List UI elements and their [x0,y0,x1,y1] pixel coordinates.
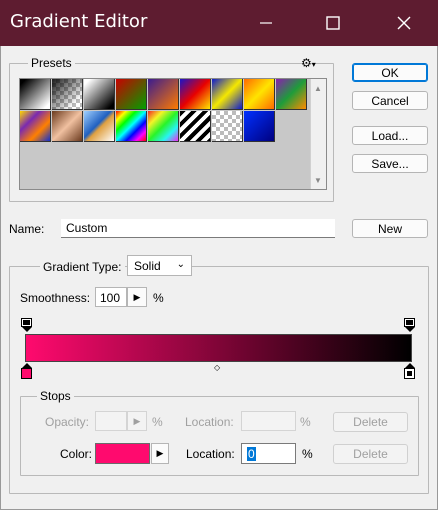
chevron-right-icon: ▶ [133,415,141,426]
smoothness-arrow-button[interactable]: ▶ [127,287,147,307]
preset-swatch-black-white[interactable] [20,79,51,110]
opacity-input[interactable] [95,411,127,431]
close-button[interactable] [389,8,419,38]
opacity-location-unit: % [300,415,311,429]
preset-swatch-red-green[interactable] [116,79,147,110]
opacity-unit: % [152,415,163,429]
preset-swatch-orange-yellow-orange[interactable] [244,79,275,110]
preset-swatch-copper[interactable] [52,111,83,142]
new-button[interactable]: New [352,219,428,238]
maximize-button[interactable] [318,8,348,38]
minimize-button[interactable] [251,8,281,38]
smoothness-unit: % [153,291,164,305]
preset-swatch-spectrum[interactable] [116,111,147,142]
stops-group [20,396,419,476]
save-button[interactable]: Save... [352,154,428,173]
preset-swatch-yellow-violet-orange-blue[interactable] [20,111,51,142]
stop-color-swatch[interactable] [95,443,150,464]
ok-button[interactable]: OK [352,63,428,82]
smoothness-input[interactable]: 100 [95,287,127,307]
color-location-label: Location: [186,447,235,461]
name-input-value: Custom [66,221,108,235]
chevron-down-icon: ⌄ [176,259,185,270]
maximize-icon [326,16,340,30]
chevron-right-icon: ▶ [133,291,141,302]
preset-swatch-transparent-checker[interactable] [212,111,243,142]
preset-swatch-grid [20,79,310,143]
chevron-down-icon: ▾ [311,60,316,69]
midpoint-diamond-icon[interactable]: ◇ [214,363,220,372]
preset-swatch-violet-green-orange[interactable] [276,79,307,110]
color-label: Color: [60,447,93,461]
scroll-up-icon[interactable]: ▲ [314,84,322,93]
opacity-location-input[interactable] [241,411,296,431]
smoothness-label: Smoothness: [20,291,91,305]
opacity-location-label: Location: [185,415,234,429]
preset-swatch-blue-navy[interactable] [244,111,275,142]
gradient-type-label: Gradient Type: [40,260,125,274]
preset-swatch-transparent-rainbow[interactable] [148,111,179,142]
preset-swatch-black-transparent[interactable] [52,79,83,110]
preset-swatch-blue-yellow-blue[interactable] [212,79,243,110]
color-location-unit: % [302,447,313,461]
color-stop-right[interactable] [404,363,415,379]
presets-menu-button[interactable]: ⚙▾ [301,56,316,70]
presets-scrollbar[interactable]: ▲ ▼ [310,79,326,189]
minimize-icon [260,22,272,24]
name-label: Name: [9,222,45,236]
chevron-right-icon: ▶ [156,448,164,458]
stops-label: Stops [37,389,74,403]
gradient-preview-bar[interactable] [25,334,412,362]
presets-label: Presets [28,56,75,70]
opacity-delete-button[interactable]: Delete [333,412,408,432]
cancel-button[interactable]: Cancel [352,91,428,110]
opacity-stop-right[interactable] [404,318,415,332]
close-icon [397,16,411,30]
color-stop-left[interactable] [21,363,32,379]
name-input[interactable]: Custom [61,219,335,238]
opacity-label: Opacity: [45,415,90,429]
load-button[interactable]: Load... [352,126,428,145]
preset-swatch-blue-red-yellow[interactable] [180,79,211,110]
presets-list: ▲ ▼ [19,78,327,190]
gradient-type-value: Solid [134,259,161,273]
preset-swatch-chrome[interactable] [84,111,115,142]
preset-swatch-transparent-stripes[interactable] [180,111,211,142]
preset-swatch-violet-orange[interactable] [148,79,179,110]
opacity-arrow-button[interactable]: ▶ [127,411,147,431]
scroll-down-icon[interactable]: ▼ [314,176,322,185]
smoothness-value: 100 [100,291,121,305]
color-location-input[interactable]: 0 [241,443,296,464]
window-title: Gradient Editor [10,11,148,32]
gradient-type-select[interactable]: Solid ⌄ [127,255,192,276]
gear-icon: ⚙ [301,56,312,70]
color-delete-button[interactable]: Delete [333,444,408,464]
opacity-stop-left[interactable] [21,318,32,332]
color-location-value: 0 [247,447,256,461]
preset-swatch-white-black[interactable] [84,79,115,110]
color-arrow-button[interactable]: ▶ [151,443,169,464]
